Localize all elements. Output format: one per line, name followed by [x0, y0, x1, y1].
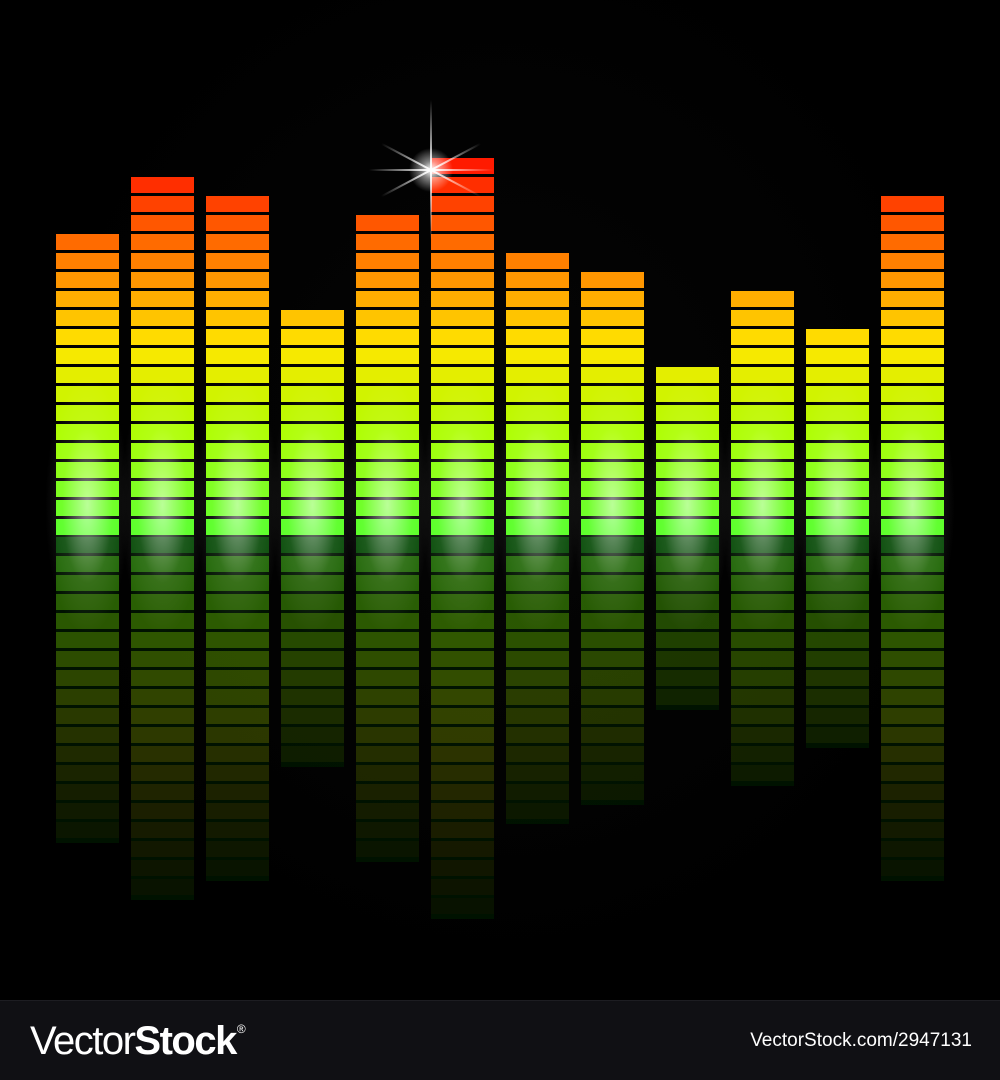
bar-11-segment-10: [806, 348, 869, 364]
bar-5-segment-17: [356, 215, 419, 231]
registered-mark: ®: [236, 1022, 246, 1036]
bar-7-glow: [495, 375, 580, 635]
bar-2-segment-15: [131, 253, 194, 269]
bar-12-segment-13: [881, 291, 944, 307]
bar-12-segment-10: [881, 348, 944, 364]
logo-text-vector: Vector: [30, 1019, 136, 1063]
bar-4-segment-11: [281, 329, 344, 345]
bar-2-segment-14: [131, 272, 194, 288]
bar-10-segment-12: [731, 310, 794, 326]
bar-4-segment-12: [281, 310, 344, 326]
bar-6-segment-16: [431, 234, 494, 250]
bar-6-segment-13: [431, 291, 494, 307]
image-id-text: VectorStock.com/2947131: [750, 1030, 972, 1051]
bar-5-segment-10: [356, 348, 419, 364]
bar-8-segment-11: [581, 329, 644, 345]
equalizer-graphic: [45, 100, 955, 919]
bar-1-segment-11: [56, 329, 119, 345]
bar-6-segment-12: [431, 310, 494, 326]
bar-12-segment-18: [881, 196, 944, 212]
bar-5-segment-14: [356, 272, 419, 288]
equalizer-artwork: [0, 0, 1000, 1000]
bar-1-segment-10: [56, 348, 119, 364]
bar-11-glow: [795, 375, 880, 635]
bar-8-segment-12: [581, 310, 644, 326]
bar-4-glow: [270, 375, 355, 635]
bar-7-segment-11: [506, 329, 569, 345]
bar-6-segment-15: [431, 253, 494, 269]
bar-3-segment-13: [206, 291, 269, 307]
bar-12-glow: [870, 375, 955, 635]
bar-2-segment-17: [131, 215, 194, 231]
bar-3-glow: [195, 375, 280, 635]
bar-12-segment-11: [881, 329, 944, 345]
bar-2-segment-10: [131, 348, 194, 364]
bar-2-segment-13: [131, 291, 194, 307]
bar-3-segment-17: [206, 215, 269, 231]
bar-12-segment-12: [881, 310, 944, 326]
bar-3-segment-18: [206, 196, 269, 212]
bar-3-segment-12: [206, 310, 269, 326]
bar-2-segment-18: [131, 196, 194, 212]
logo-text-stock: Stock: [134, 1019, 237, 1063]
bar-1-segment-15: [56, 253, 119, 269]
bar-4-segment-10: [281, 348, 344, 364]
bar-1-segment-14: [56, 272, 119, 288]
bar-3-segment-14: [206, 272, 269, 288]
bar-10-segment-11: [731, 329, 794, 345]
equalizer-glow: [45, 375, 955, 635]
bar-6-segment-10: [431, 348, 494, 364]
bar-8-glow: [570, 375, 655, 635]
bar-2-glow: [120, 375, 205, 635]
bar-12-segment-15: [881, 253, 944, 269]
bar-3-segment-11: [206, 329, 269, 345]
bar-9-glow: [645, 375, 730, 635]
bar-6-segment-14: [431, 272, 494, 288]
bar-1-glow: [45, 375, 130, 635]
bar-8-segment-10: [581, 348, 644, 364]
bar-3-segment-16: [206, 234, 269, 250]
bar-3-segment-10: [206, 348, 269, 364]
bar-10-segment-10: [731, 348, 794, 364]
bar-5-segment-13: [356, 291, 419, 307]
bar-2-segment-11: [131, 329, 194, 345]
bar-10-segment-13: [731, 291, 794, 307]
bar-12-segment-17: [881, 215, 944, 231]
bar-6-glow: [420, 375, 505, 635]
bar-6-segment-17: [431, 215, 494, 231]
bar-2-segment-12: [131, 310, 194, 326]
bar-8-segment-14: [581, 272, 644, 288]
bar-12-segment-14: [881, 272, 944, 288]
bar-6-segment-18: [431, 196, 494, 212]
bar-5-glow: [345, 375, 430, 635]
bar-3-segment-15: [206, 253, 269, 269]
bar-5-segment-12: [356, 310, 419, 326]
bar-1-segment-13: [56, 291, 119, 307]
bar-7-segment-13: [506, 291, 569, 307]
bar-10-glow: [720, 375, 805, 635]
bar-2-segment-16: [131, 234, 194, 250]
bar-6-segment-11: [431, 329, 494, 345]
bar-7-segment-12: [506, 310, 569, 326]
bar-1-segment-12: [56, 310, 119, 326]
bar-7-segment-14: [506, 272, 569, 288]
bar-5-segment-16: [356, 234, 419, 250]
bar-7-segment-10: [506, 348, 569, 364]
bar-11-segment-11: [806, 329, 869, 345]
bar-1-segment-16: [56, 234, 119, 250]
vectorstock-logo: Vector Stock ®: [30, 1015, 246, 1067]
bar-7-segment-15: [506, 253, 569, 269]
watermark-bar: Vector Stock ® VectorStock.com/2947131: [0, 1000, 1000, 1080]
bar-5-segment-11: [356, 329, 419, 345]
bar-8-segment-13: [581, 291, 644, 307]
bar-5-segment-15: [356, 253, 419, 269]
bar-2-segment-19: [131, 177, 194, 193]
bar-12-segment-16: [881, 234, 944, 250]
